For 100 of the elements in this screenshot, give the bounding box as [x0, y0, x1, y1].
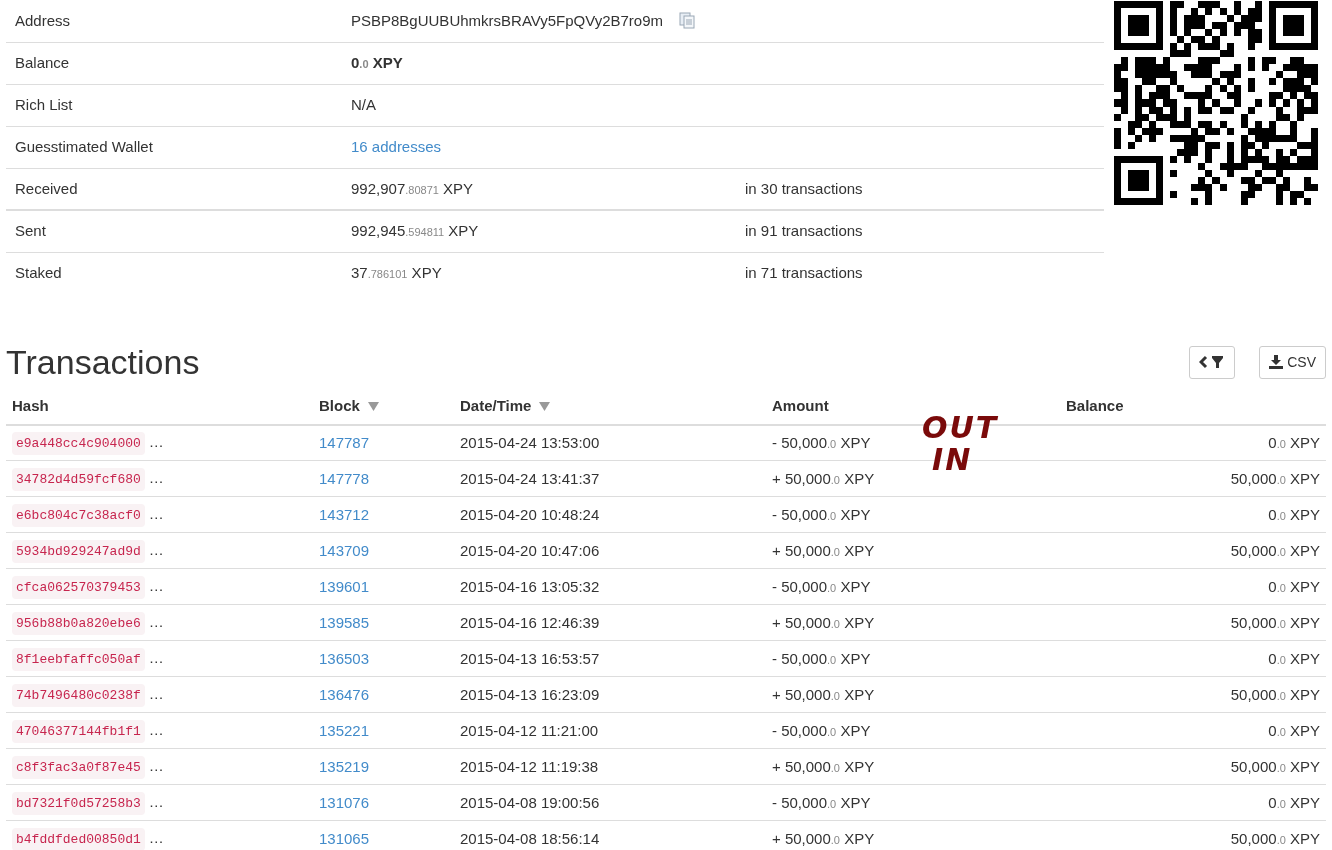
ellipsis-text: … [148, 575, 164, 596]
date-time: 2015-04-12 11:19:38 [460, 757, 599, 775]
transaction-hash[interactable]: 956b88b0a820ebe6 [12, 611, 145, 636]
amount-text: - 50,000.0 XPY [772, 505, 871, 523]
date-time: 2015-04-12 11:21:00 [460, 721, 599, 739]
date-time: 2015-04-20 10:48:24 [460, 505, 600, 523]
block-link[interactable]: 139585 [319, 613, 370, 631]
amount-text: - 50,000.0 XPY [772, 433, 871, 451]
block-link[interactable]: 131065 [319, 829, 370, 847]
column-header: Amount [772, 396, 829, 417]
amount-text: 992,945.594811 XPY [351, 222, 479, 239]
section-title: Transactions [6, 342, 200, 383]
field-label: Guesstimated Wallet [15, 137, 153, 155]
block-link[interactable]: 143712 [319, 505, 370, 523]
balance-text: 50,000.0 XPY [1230, 829, 1320, 847]
transaction-hash[interactable]: c8f3fac3a0f87e45 [12, 755, 145, 780]
sort-icon[interactable] [367, 401, 379, 411]
transaction-hash[interactable]: bd7321f0d57258b3 [12, 791, 145, 816]
date-time: 2015-04-08 19:00:56 [460, 793, 600, 811]
date-time: 2015-04-08 18:56:14 [460, 829, 600, 847]
balance-text: 50,000.0 XPY [1230, 541, 1320, 559]
amount-text: + 50,000.0 XPY [772, 685, 875, 703]
transaction-hash[interactable]: e9a448cc4c904000 [12, 431, 145, 456]
balance-text: 0.0 XPY [1268, 721, 1320, 739]
field-label: Address [15, 11, 71, 29]
wallet-link[interactable]: 16 addresses [351, 137, 442, 155]
ellipsis-text: … [148, 755, 164, 776]
amount-text: - 50,000.0 XPY [772, 649, 871, 667]
block-link[interactable]: 136476 [319, 685, 370, 703]
transaction-hash[interactable]: 47046377144fb1f1 [12, 719, 145, 744]
block-link[interactable]: 135219 [319, 757, 370, 775]
amount-text: - 50,000.0 XPY [772, 793, 871, 811]
balance-text: 0.0 XPY [1268, 505, 1320, 523]
ellipsis-text: … [148, 719, 164, 740]
ellipsis-text: … [148, 791, 164, 812]
balance-text: 50,000.0 XPY [1230, 613, 1320, 631]
balance-amount: 0.0 XPY [351, 53, 403, 71]
field-value: N/A [351, 95, 376, 113]
ellipsis-text: … [148, 683, 164, 704]
ellipsis-text: … [148, 827, 164, 848]
transaction-count: in 91 transactions [745, 222, 863, 239]
balance-text: 50,000.0 XPY [1230, 685, 1320, 703]
handwritten-note: OUT [922, 413, 999, 443]
balance-text: 0.0 XPY [1268, 649, 1320, 667]
ellipsis-text: … [148, 431, 164, 452]
handwritten-note: IN [932, 445, 973, 475]
amount-text: + 50,000.0 XPY [772, 613, 875, 631]
transaction-hash[interactable]: 5934bd929247ad9d [12, 539, 145, 564]
balance-text: 50,000.0 XPY [1230, 469, 1320, 487]
amount-text: + 50,000.0 XPY [772, 757, 875, 775]
ellipsis-text: … [148, 647, 164, 668]
date-time: 2015-04-24 13:53:00 [460, 433, 600, 451]
block-link[interactable]: 147787 [319, 433, 370, 451]
balance-text: 50,000.0 XPY [1230, 757, 1320, 775]
field-label: Rich List [15, 95, 73, 113]
date-time: 2015-04-16 13:05:32 [460, 577, 600, 595]
filter-icon [1199, 354, 1226, 371]
ellipsis-text: … [148, 503, 164, 524]
address-text: PSBP8BgUUBUhmkrsBRAVy5FpQVy2B7ro9m [351, 10, 664, 31]
column-header: Balance [1066, 396, 1124, 417]
transaction-hash[interactable]: 34782d4d59fcf680 [12, 467, 145, 492]
field-label: Sent [15, 222, 46, 239]
amount-text: + 50,000.0 XPY [772, 541, 875, 559]
date-time: 2015-04-13 16:23:09 [460, 685, 600, 703]
sort-icon[interactable] [539, 401, 551, 411]
column-header: Hash [12, 396, 49, 417]
date-time: 2015-04-13 16:53:57 [460, 649, 600, 667]
amount-text: + 50,000.0 XPY [772, 829, 875, 847]
transaction-hash[interactable]: e6bc804c7c38acf0 [12, 503, 145, 528]
ellipsis-text: … [148, 611, 164, 632]
date-time: 2015-04-24 13:41:37 [460, 469, 600, 487]
transaction-hash[interactable]: cfca062570379453 [12, 575, 145, 600]
copy-icon[interactable] [679, 12, 696, 30]
block-link[interactable]: 143709 [319, 541, 370, 559]
balance-text: 0.0 XPY [1268, 433, 1320, 451]
balance-text: 0.0 XPY [1268, 793, 1320, 811]
date-time: 2015-04-16 12:46:39 [460, 613, 600, 631]
block-link[interactable]: 136503 [319, 649, 370, 667]
transaction-count: in 30 transactions [745, 179, 863, 197]
amount-text: - 50,000.0 XPY [772, 577, 871, 595]
field-label: Staked [15, 264, 62, 281]
block-link[interactable]: 147778 [319, 469, 370, 487]
ellipsis-text: … [148, 539, 164, 560]
csv-button[interactable]: CSV [1259, 345, 1326, 379]
transaction-count: in 71 transactions [745, 264, 863, 281]
column-header: Date/Time [460, 396, 532, 417]
amount-text: + 50,000.0 XPY [772, 469, 875, 487]
filter-button[interactable] [1189, 345, 1236, 379]
amount-text: 37.786101 XPY [351, 264, 442, 281]
transaction-hash[interactable]: 74b7496480c0238f [12, 683, 145, 708]
block-link[interactable]: 139601 [319, 577, 370, 595]
field-label: Received [15, 179, 78, 197]
column-header: Block [319, 396, 360, 417]
block-link[interactable]: 131076 [319, 793, 370, 811]
transaction-hash[interactable]: b4fddfded00850d1 [12, 827, 145, 850]
amount-text: 992,907.80871 XPY [351, 179, 474, 197]
transaction-hash[interactable]: 8f1eebfaffc050af [12, 647, 145, 672]
date-time: 2015-04-20 10:47:06 [460, 541, 600, 559]
download-icon [1269, 355, 1284, 370]
block-link[interactable]: 135221 [319, 721, 370, 739]
